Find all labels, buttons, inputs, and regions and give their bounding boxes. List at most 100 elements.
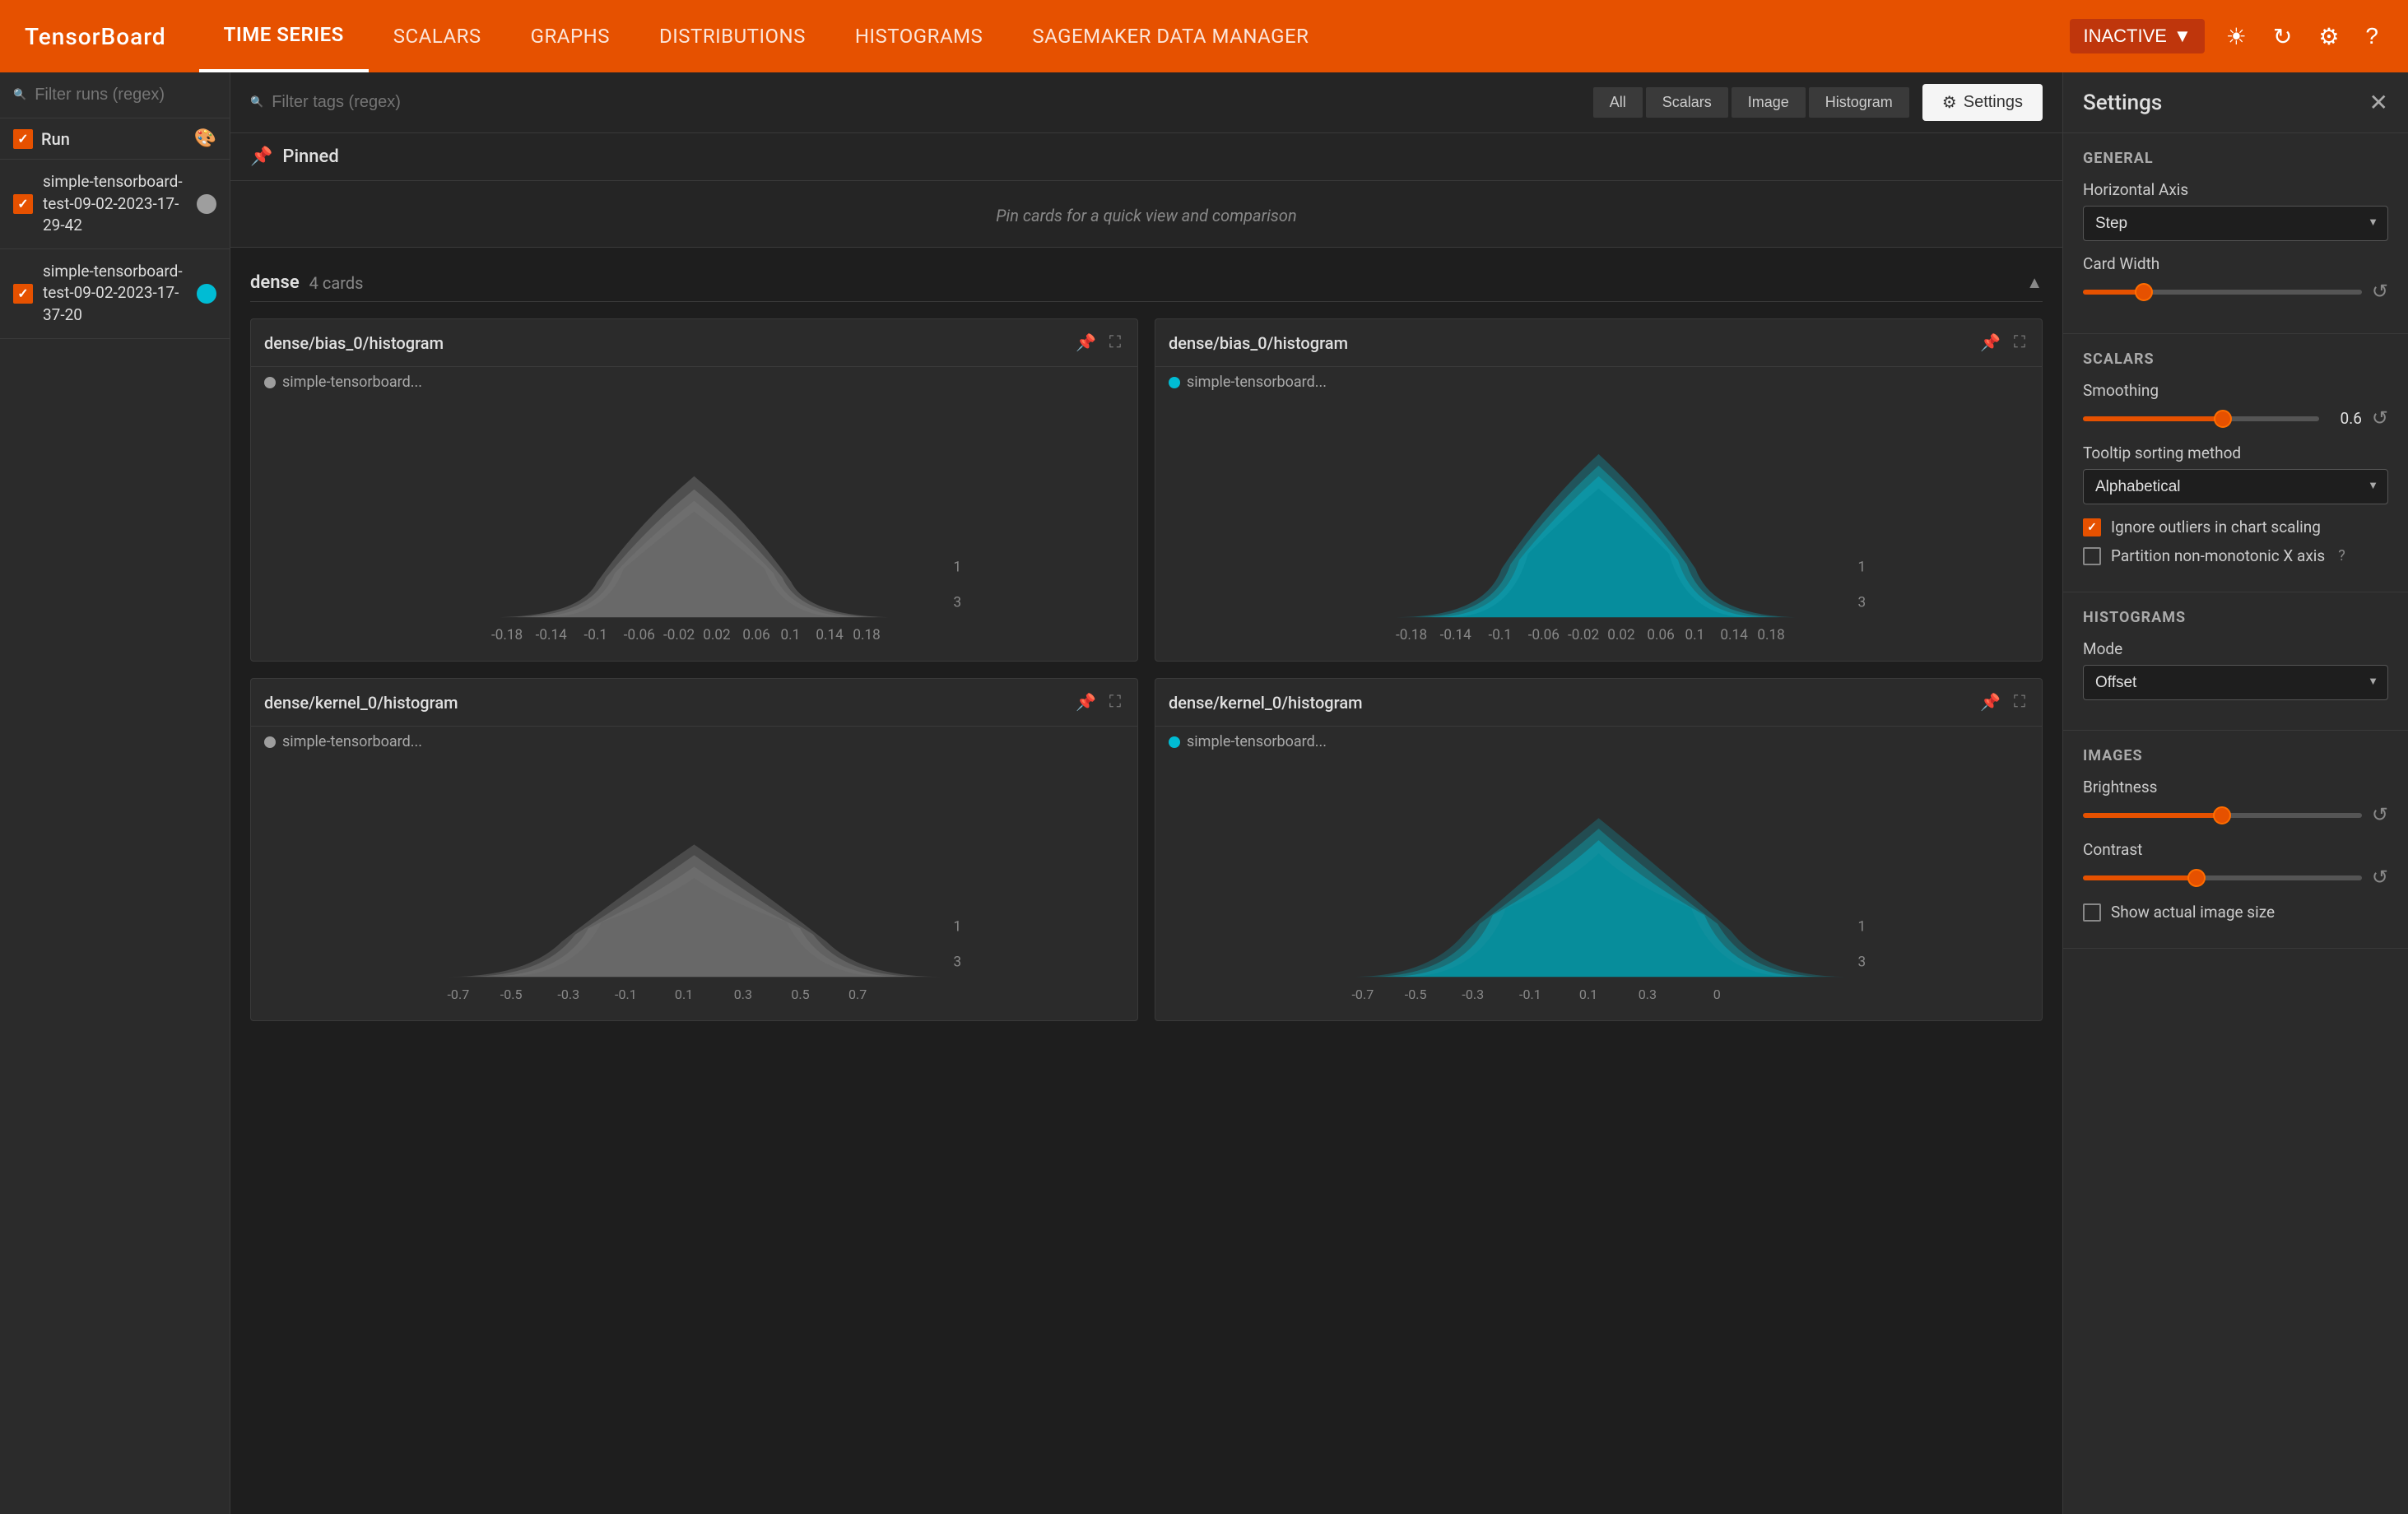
ignore-outliers-checkbox[interactable] (2083, 518, 2101, 536)
card-1-expand-btn[interactable]: ⛶ (2011, 330, 2029, 355)
refresh-icon-btn[interactable]: ↻ (2268, 18, 2297, 55)
card-width-reset-btn[interactable]: ↺ (2372, 280, 2388, 304)
card-1-header: dense/bias_0/histogram 📌 ⛶ (1155, 319, 2042, 367)
partition-checkbox[interactable] (2083, 547, 2101, 565)
card-3-run-dot (1169, 736, 1180, 748)
card-2-actions: 📌 ⛶ (1072, 689, 1124, 716)
card-1-actions: 📌 ⛶ (1977, 329, 2029, 356)
palette-icon[interactable]: 🎨 (194, 128, 216, 149)
filter-bar: 🔍 All Scalars Image Histogram ⚙ Settings (230, 72, 2062, 133)
nav-items: TIME SERIES SCALARS GRAPHS DISTRIBUTIONS… (199, 0, 2038, 72)
smoothing-slider[interactable] (2083, 416, 2319, 421)
nav-item-distributions[interactable]: DISTRIBUTIONS (635, 0, 830, 72)
settings-icon-btn[interactable]: ⚙ (2313, 18, 2344, 55)
filter-all-btn[interactable]: All (1593, 87, 1643, 118)
svg-text:3: 3 (1858, 594, 1866, 611)
horizontal-axis-select[interactable]: Step Relative Wall (2083, 206, 2388, 241)
contrast-slider[interactable] (2083, 875, 2362, 880)
svg-text:-0.7: -0.7 (1352, 987, 1374, 1002)
tag-filter-input[interactable] (272, 93, 1580, 112)
svg-text:-0.14: -0.14 (1440, 627, 1471, 643)
run-filter-input[interactable] (35, 86, 253, 104)
card-width-slider[interactable] (2083, 290, 2362, 295)
tooltip-sort-select[interactable]: Alphabetical Ascending Descending None (2083, 469, 2388, 504)
histogram-chart-gray-wide: -0.7 -0.5 -0.3 -0.1 0.1 0.3 0.5 0.7 1 3 (259, 765, 1129, 1012)
contrast-reset-btn[interactable]: ↺ (2372, 866, 2388, 889)
contrast-slider-row: ↺ (2083, 866, 2388, 889)
histogram-mode-select[interactable]: Offset Overlay (2083, 665, 2388, 700)
settings-panel: Settings ✕ GENERAL Horizontal Axis Step … (2062, 72, 2408, 1514)
nav-item-timeseries[interactable]: TIME SERIES (199, 0, 369, 72)
card-0-run: simple-tensorboard... (251, 367, 1137, 397)
settings-histograms-title: HISTOGRAMS (2083, 609, 2388, 626)
card-2-run-dot (264, 736, 276, 748)
filter-image-btn[interactable]: Image (1732, 87, 1806, 118)
card-width-slider-row: ↺ (2083, 280, 2388, 304)
section-collapse-btn[interactable]: ▲ (2026, 272, 2043, 293)
card-0-expand-btn[interactable]: ⛶ (1106, 330, 1124, 355)
theme-icon-btn[interactable]: ☀ (2221, 18, 2252, 55)
section-header: dense 4 cards ▲ (250, 264, 2043, 302)
smoothing-value: 0.6 (2329, 409, 2362, 428)
svg-text:1: 1 (954, 918, 962, 935)
histogram-mode-row: Mode Offset Overlay ▼ (2083, 639, 2388, 700)
histogram-mode-label: Mode (2083, 639, 2388, 658)
smoothing-reset-btn[interactable]: ↺ (2372, 406, 2388, 430)
card-2-title: dense/kernel_0/histogram (264, 693, 1072, 713)
ignore-outliers-label: Ignore outliers in chart scaling (2111, 518, 2321, 536)
help-icon-btn[interactable]: ? (2360, 18, 2383, 54)
nav-item-histograms[interactable]: HISTOGRAMS (830, 0, 1007, 72)
card-3-expand-btn[interactable]: ⛶ (2011, 690, 2029, 715)
card-3-run: simple-tensorboard... (1155, 727, 2042, 757)
logo: TensorBoard (25, 23, 166, 50)
run-header: Run 🎨 (0, 118, 230, 160)
filter-scalars-btn[interactable]: Scalars (1646, 87, 1728, 118)
run-item-1[interactable]: simple-tensorboard-test-09-02-2023-17-37… (0, 249, 230, 339)
pinned-empty-area: Pin cards for a quick view and compariso… (230, 181, 2062, 248)
show-actual-size-row[interactable]: Show actual image size (2083, 903, 2388, 922)
histogram-chart-cyan-wide: -0.7 -0.5 -0.3 -0.1 0.1 0.3 0 1 3 (1164, 765, 2034, 1012)
run-all-checkbox[interactable] (13, 129, 33, 149)
svg-text:0.7: 0.7 (848, 987, 867, 1002)
card-2-chart: -0.7 -0.5 -0.3 -0.1 0.1 0.3 0.5 0.7 1 3 (251, 757, 1137, 1020)
svg-text:0.3: 0.3 (734, 987, 752, 1002)
main-layout: 🔍 Run 🎨 simple-tensorboard-test-09-02-20… (0, 72, 2408, 1514)
ignore-outliers-row[interactable]: Ignore outliers in chart scaling (2083, 518, 2388, 536)
brightness-slider[interactable] (2083, 813, 2362, 818)
svg-text:-0.1: -0.1 (1489, 627, 1513, 643)
settings-general-section: GENERAL Horizontal Axis Step Relative Wa… (2063, 133, 2408, 334)
run-checkbox-0[interactable] (13, 194, 33, 214)
partition-label: Partition non-monotonic X axis (2111, 546, 2325, 565)
partition-row[interactable]: Partition non-monotonic X axis ? (2083, 546, 2388, 565)
card-1-title: dense/bias_0/histogram (1169, 333, 1977, 353)
run-label-1: simple-tensorboard-test-09-02-2023-17-37… (43, 261, 187, 327)
card-1-pin-btn[interactable]: 📌 (1977, 329, 2004, 356)
settings-images-title: IMAGES (2083, 747, 2388, 764)
settings-open-btn[interactable]: ⚙ Settings (1922, 84, 2043, 121)
brightness-reset-btn[interactable]: ↺ (2372, 803, 2388, 827)
svg-text:-0.02: -0.02 (663, 627, 695, 643)
show-actual-size-checkbox[interactable] (2083, 903, 2101, 922)
card-2-pin-btn[interactable]: 📌 (1072, 689, 1099, 716)
partition-help-icon[interactable]: ? (2338, 547, 2345, 564)
nav-item-scalars[interactable]: SCALARS (369, 0, 506, 72)
card-2-expand-btn[interactable]: ⛶ (1106, 690, 1124, 715)
pinned-section: 📌 Pinned (230, 133, 2062, 181)
svg-text:1: 1 (1858, 559, 1866, 575)
run-item-0[interactable]: simple-tensorboard-test-09-02-2023-17-29… (0, 160, 230, 249)
svg-text:-0.1: -0.1 (615, 987, 637, 1002)
nav-right: INACTIVE ▼ ☀ ↻ ⚙ ? (2070, 18, 2383, 55)
run-checkbox-1[interactable] (13, 284, 33, 304)
card-0-pin-btn[interactable]: 📌 (1072, 329, 1099, 356)
topnav: TensorBoard TIME SERIES SCALARS GRAPHS D… (0, 0, 2408, 72)
tooltip-sort-row: Tooltip sorting method Alphabetical Asce… (2083, 444, 2388, 504)
sidebar: 🔍 Run 🎨 simple-tensorboard-test-09-02-20… (0, 72, 230, 1514)
filter-histogram-btn[interactable]: Histogram (1809, 87, 1909, 118)
settings-close-btn[interactable]: ✕ (2369, 89, 2388, 116)
run-label-0: simple-tensorboard-test-09-02-2023-17-29… (43, 171, 187, 237)
card-3-pin-btn[interactable]: 📌 (1977, 689, 2004, 716)
nav-item-graphs[interactable]: GRAPHS (506, 0, 635, 72)
nav-item-sagemaker[interactable]: SAGEMAKER DATA MANAGER (1007, 0, 1333, 72)
card-0-run-label: simple-tensorboard... (282, 374, 422, 391)
status-dropdown[interactable]: INACTIVE ▼ (2070, 19, 2204, 53)
